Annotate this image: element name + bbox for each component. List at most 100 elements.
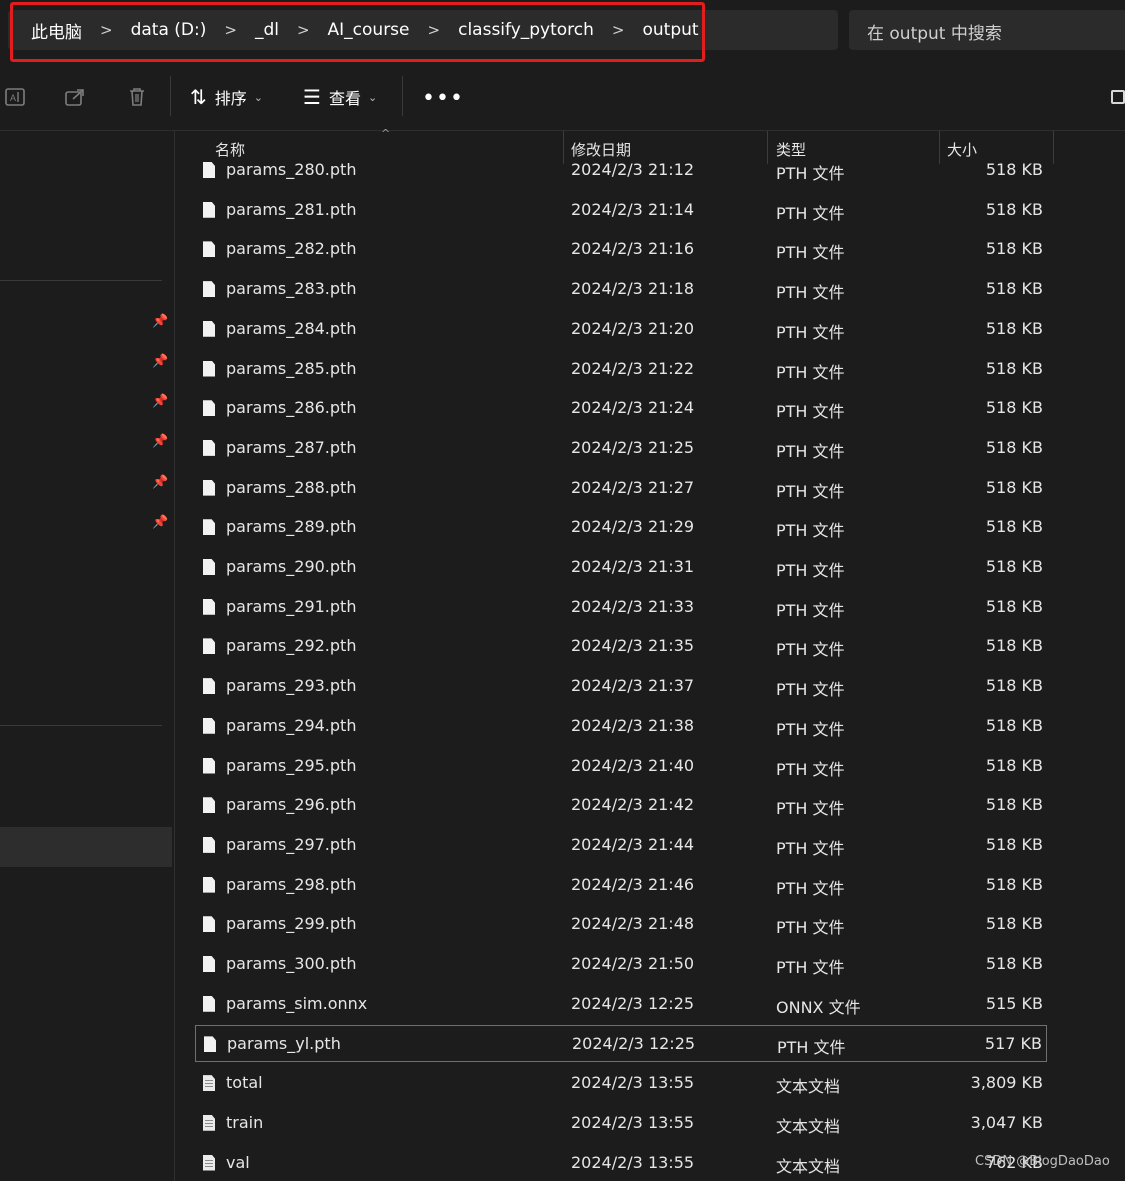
file-name: val bbox=[226, 1152, 250, 1172]
file-row[interactable]: params_282.pth 2024/2/3 21:16 PTH 文件 518 KB bbox=[195, 231, 1047, 268]
file-size: 518 KB bbox=[985, 834, 1043, 854]
file-row[interactable]: train 2024/2/3 13:55 文本文档 3,047 KB bbox=[195, 1105, 1047, 1142]
command-bar: A ⇅ 排序 ⌄ ☰ 查看 ⌄ ••• bbox=[0, 64, 1125, 131]
file-row[interactable]: params_287.pth 2024/2/3 21:25 PTH 文件 518 KB bbox=[195, 430, 1047, 467]
file-name: params_yl.pth bbox=[227, 1034, 341, 1054]
file-size: 518 KB bbox=[985, 318, 1043, 338]
file-type: PTH 文件 bbox=[776, 600, 845, 620]
file-icon bbox=[203, 479, 215, 496]
file-name: total bbox=[226, 1073, 263, 1093]
file-type: PTH 文件 bbox=[776, 759, 845, 779]
file-size: 3,809 KB bbox=[970, 1073, 1043, 1093]
search-input[interactable]: 在 output 中搜索 bbox=[849, 10, 1125, 50]
nav-item-selected[interactable] bbox=[0, 827, 172, 867]
file-type: ONNX 文件 bbox=[776, 997, 861, 1017]
toolbar-divider bbox=[170, 76, 171, 116]
column-separator[interactable] bbox=[1053, 131, 1054, 164]
file-icon bbox=[203, 678, 215, 695]
delete-icon[interactable] bbox=[124, 84, 150, 110]
file-row[interactable]: params_290.pth 2024/2/3 21:31 PTH 文件 518 KB bbox=[195, 549, 1047, 586]
file-type: 文本文档 bbox=[776, 1156, 841, 1176]
file-type: PTH 文件 bbox=[776, 640, 845, 660]
file-name: params_298.pth bbox=[226, 874, 357, 894]
file-row[interactable]: params_294.pth 2024/2/3 21:38 PTH 文件 518 KB bbox=[195, 708, 1047, 745]
file-icon bbox=[203, 162, 215, 178]
file-row[interactable]: params_sim.onnx 2024/2/3 12:25 ONNX 文件 515 … bbox=[195, 986, 1047, 1023]
view-icon: ☰ bbox=[303, 85, 321, 109]
file-icon bbox=[203, 836, 215, 853]
file-size: 518 KB bbox=[985, 358, 1043, 378]
file-row[interactable]: params_283.pth 2024/2/3 21:18 PTH 文件 518 KB bbox=[195, 271, 1047, 308]
file-date: 2024/2/3 13:55 bbox=[571, 1112, 695, 1132]
file-date: 2024/2/3 21:12 bbox=[571, 160, 695, 179]
file-name: params_293.pth bbox=[226, 676, 357, 696]
file-date: 2024/2/3 21:33 bbox=[571, 596, 695, 616]
file-row[interactable]: val 2024/2/3 13:55 文本文档 762 KB bbox=[195, 1145, 1047, 1181]
file-row[interactable]: params_297.pth 2024/2/3 21:44 PTH 文件 518 KB bbox=[195, 827, 1047, 864]
file-icon bbox=[203, 439, 215, 456]
rename-icon[interactable]: A bbox=[2, 84, 28, 110]
column-size[interactable]: 大小 bbox=[947, 139, 977, 160]
share-icon[interactable] bbox=[62, 84, 88, 110]
file-type: PTH 文件 bbox=[776, 719, 845, 739]
red-highlight-box bbox=[10, 2, 705, 62]
file-name: params_291.pth bbox=[226, 596, 357, 616]
file-name: params_sim.onnx bbox=[226, 993, 368, 1013]
column-separator[interactable] bbox=[563, 131, 564, 164]
pin-icon[interactable]: 📌 bbox=[152, 394, 168, 409]
file-row[interactable]: params_293.pth 2024/2/3 21:37 PTH 文件 518 KB bbox=[195, 668, 1047, 705]
file-size: 518 KB bbox=[985, 398, 1043, 418]
file-size: 518 KB bbox=[985, 795, 1043, 815]
file-row[interactable]: params_286.pth 2024/2/3 21:24 PTH 文件 518 KB bbox=[195, 390, 1047, 427]
file-name: params_280.pth bbox=[226, 160, 357, 179]
file-type: PTH 文件 bbox=[776, 402, 845, 422]
details-pane-icon[interactable] bbox=[1111, 90, 1125, 104]
more-icon[interactable]: ••• bbox=[422, 86, 464, 111]
file-row[interactable]: total 2024/2/3 13:55 文本文档 3,809 KB bbox=[195, 1065, 1047, 1102]
view-label: 查看 bbox=[328, 89, 361, 108]
file-size: 518 KB bbox=[985, 477, 1043, 497]
file-icon bbox=[203, 638, 215, 655]
pin-icon[interactable]: 📌 bbox=[152, 475, 168, 490]
svg-text:A: A bbox=[10, 93, 16, 103]
file-size: 518 KB bbox=[985, 715, 1043, 735]
file-row[interactable]: params_299.pth 2024/2/3 21:48 PTH 文件 518 KB bbox=[195, 906, 1047, 943]
pin-icon[interactable]: 📌 bbox=[152, 515, 168, 530]
file-row[interactable]: params_300.pth 2024/2/3 21:50 PTH 文件 518 KB bbox=[195, 946, 1047, 983]
chevron-down-icon: ⌄ bbox=[367, 90, 378, 104]
pin-icon[interactable]: 📌 bbox=[152, 314, 168, 329]
file-date: 2024/2/3 21:48 bbox=[571, 914, 695, 934]
file-row[interactable]: params_289.pth 2024/2/3 21:29 PTH 文件 518 KB bbox=[195, 509, 1047, 546]
view-button[interactable]: ☰ 查看 ⌄ bbox=[303, 84, 377, 110]
pin-icon[interactable]: 📌 bbox=[152, 434, 168, 449]
file-size: 518 KB bbox=[985, 279, 1043, 299]
file-size: 518 KB bbox=[985, 874, 1043, 894]
file-row[interactable]: params_288.pth 2024/2/3 21:27 PTH 文件 518 KB bbox=[195, 470, 1047, 507]
file-date: 2024/2/3 21:50 bbox=[571, 954, 695, 973]
file-type: PTH 文件 bbox=[776, 958, 845, 977]
column-name[interactable]: 名称 bbox=[215, 139, 245, 160]
file-row[interactable]: params_292.pth 2024/2/3 21:35 PTH 文件 518 KB bbox=[195, 628, 1047, 665]
file-icon bbox=[203, 559, 215, 575]
column-separator[interactable] bbox=[939, 131, 940, 164]
file-icon bbox=[204, 1036, 216, 1053]
file-row[interactable]: params_yl.pth 2024/2/3 12:25 PTH 文件 517 KB bbox=[195, 1025, 1047, 1063]
column-separator[interactable] bbox=[767, 131, 768, 164]
column-type[interactable]: 类型 bbox=[776, 139, 806, 160]
column-date[interactable]: 修改日期 bbox=[571, 139, 631, 160]
file-size: 518 KB bbox=[985, 239, 1043, 259]
file-row[interactable]: params_296.pth 2024/2/3 21:42 PTH 文件 518 KB bbox=[195, 787, 1047, 824]
file-row[interactable]: params_291.pth 2024/2/3 21:33 PTH 文件 518 KB bbox=[195, 589, 1047, 626]
file-row[interactable]: params_281.pth 2024/2/3 21:14 PTH 文件 518 KB bbox=[195, 192, 1047, 229]
file-row[interactable]: params_284.pth 2024/2/3 21:20 PTH 文件 518 KB bbox=[195, 311, 1047, 348]
file-row[interactable]: params_295.pth 2024/2/3 21:40 PTH 文件 518 KB bbox=[195, 748, 1047, 785]
file-size: 518 KB bbox=[985, 199, 1043, 219]
file-row[interactable]: params_298.pth 2024/2/3 21:46 PTH 文件 518 KB bbox=[195, 867, 1047, 904]
file-row[interactable]: params_285.pth 2024/2/3 21:22 PTH 文件 518 KB bbox=[195, 351, 1047, 388]
file-icon bbox=[203, 201, 215, 218]
text-file-icon bbox=[203, 1075, 215, 1092]
pin-icon[interactable]: 📌 bbox=[152, 354, 168, 369]
text-file-icon bbox=[203, 1114, 215, 1131]
file-name: params_287.pth bbox=[226, 437, 357, 457]
sort-button[interactable]: ⇅ 排序 ⌄ bbox=[190, 84, 263, 110]
